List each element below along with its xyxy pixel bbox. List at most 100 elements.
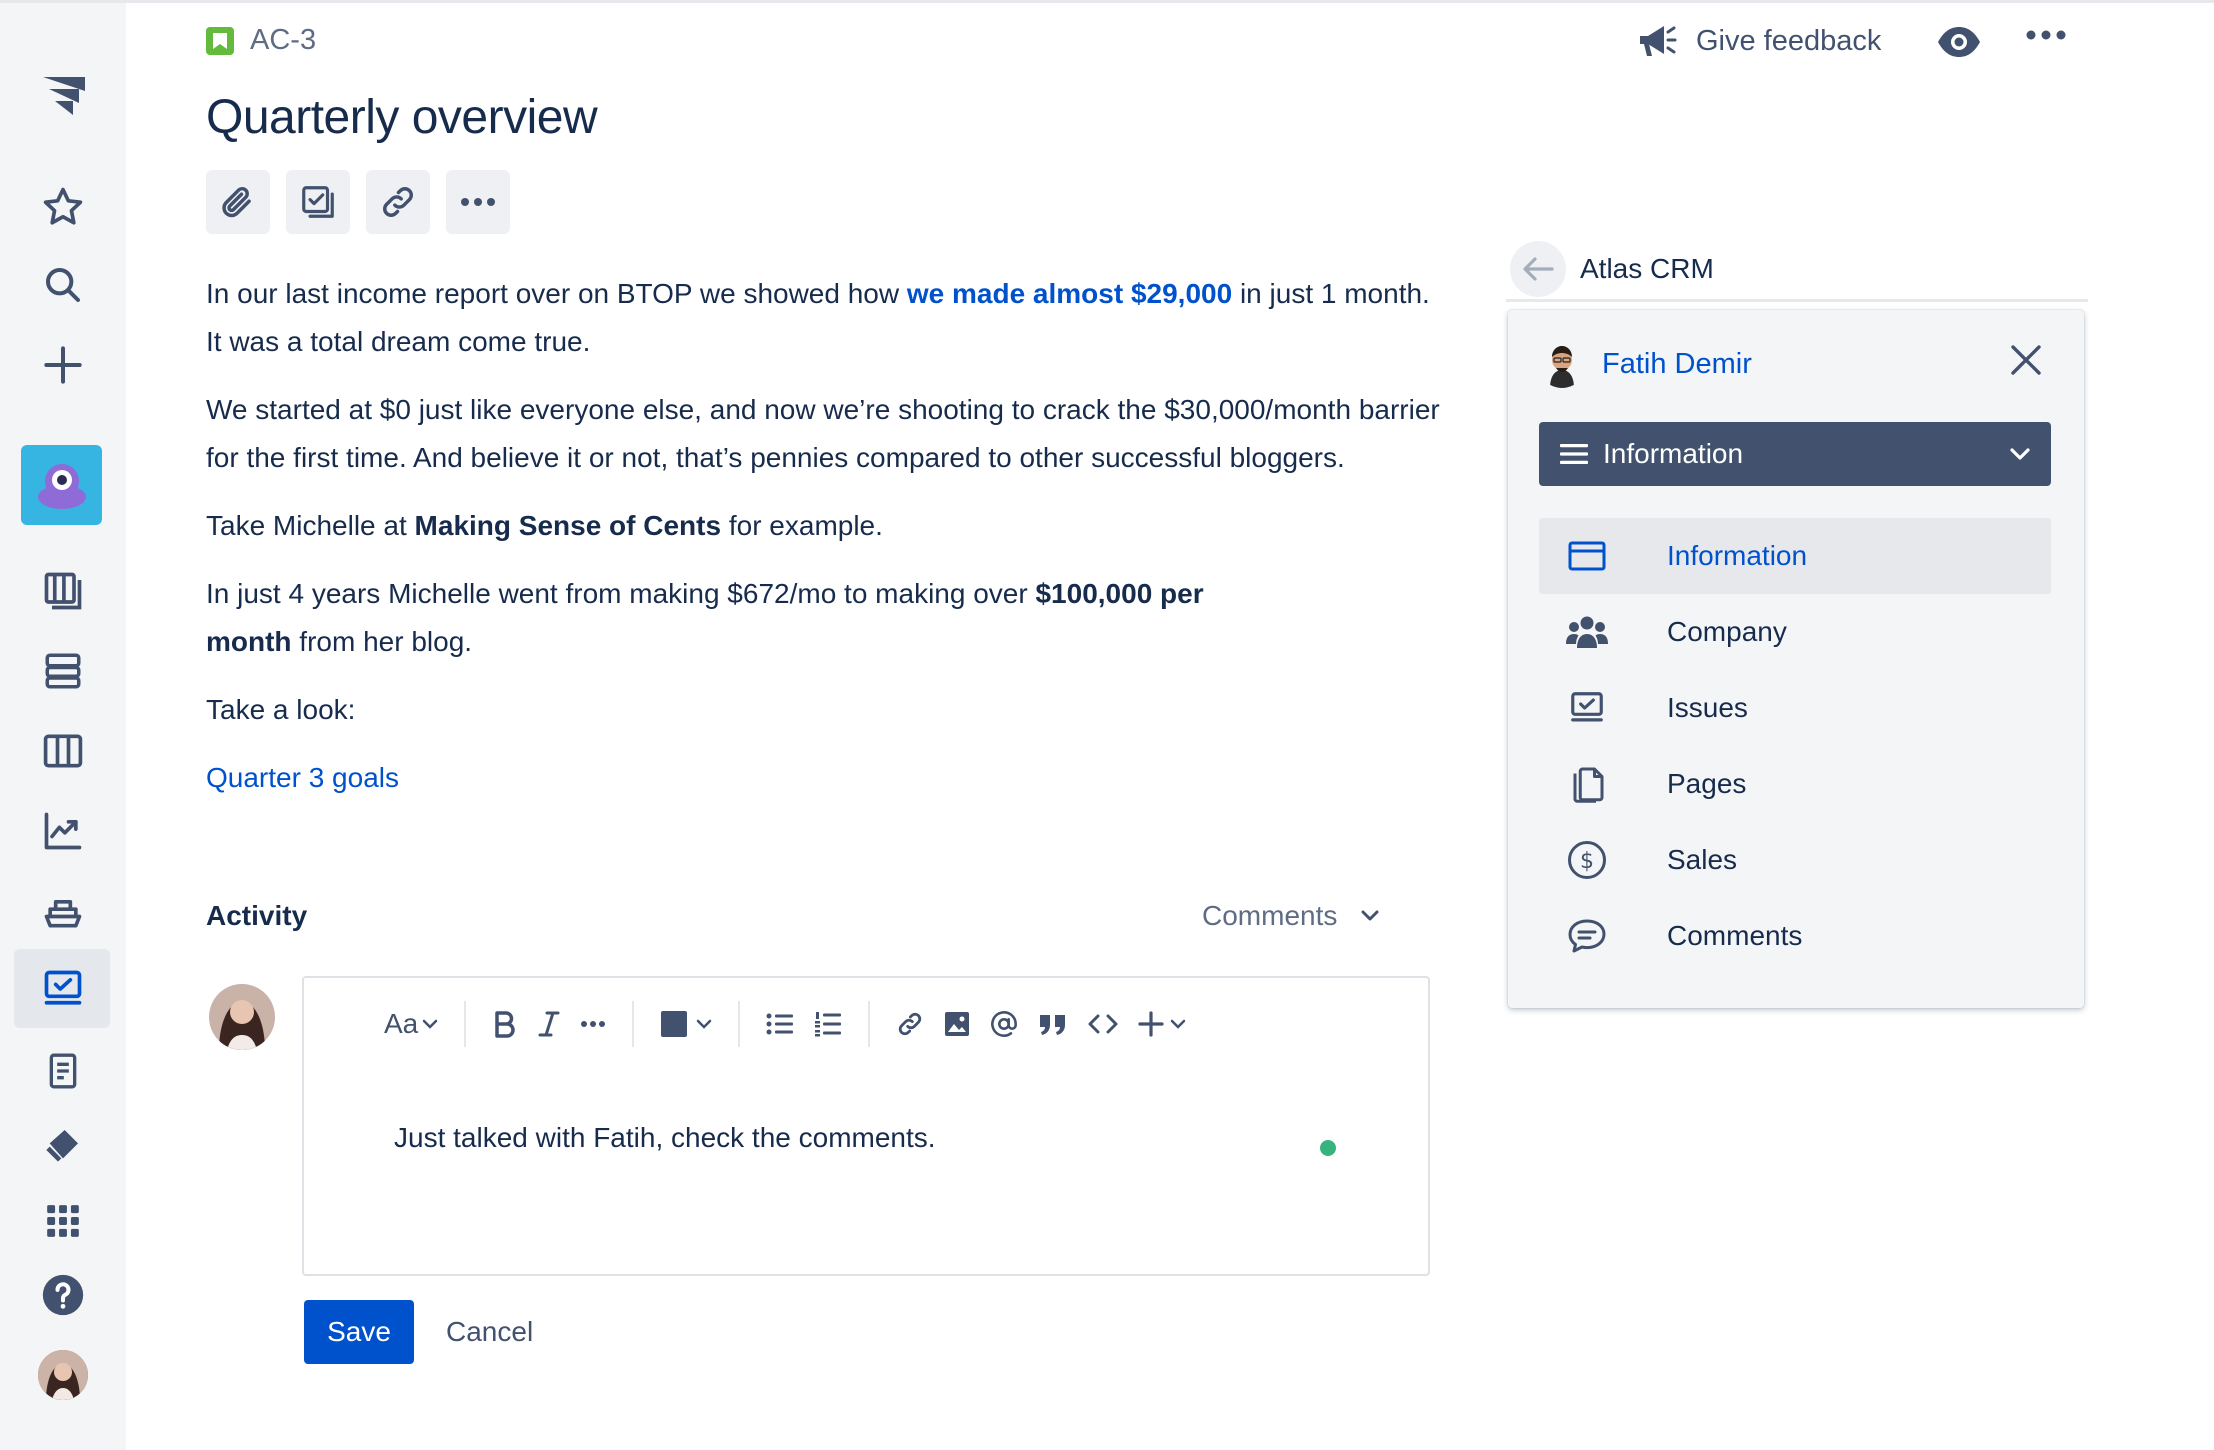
bold-icon	[495, 1011, 515, 1038]
star-icon[interactable]	[0, 179, 126, 235]
save-button[interactable]: Save	[304, 1300, 414, 1364]
chevron-down-icon	[697, 1019, 712, 1029]
issue-key[interactable]: AC-3	[250, 24, 316, 57]
id-card-icon	[1565, 541, 1609, 571]
cancel-button[interactable]: Cancel	[446, 1300, 533, 1364]
text-color-dropdown[interactable]	[650, 1000, 722, 1048]
create-plus-icon[interactable]	[0, 337, 126, 393]
plus-icon	[1138, 1011, 1164, 1037]
menu-item-label: Company	[1667, 616, 1787, 647]
text-style-label: Aa	[384, 1008, 419, 1039]
contact-avatar	[1538, 340, 1586, 388]
comment-icon	[1565, 917, 1609, 955]
attach-button[interactable]	[206, 170, 270, 234]
paperclip-icon	[222, 186, 251, 218]
quarter-goals-link[interactable]: Quarter 3 goals	[206, 762, 399, 793]
italic-button[interactable]	[528, 1000, 570, 1048]
contact-header: Fatih Demir	[1538, 340, 1752, 388]
create-subtask-button[interactable]	[286, 170, 350, 234]
chevron-down-icon	[423, 1019, 438, 1029]
issues-nav-icon[interactable]	[0, 961, 126, 1017]
ship-icon[interactable]	[0, 883, 126, 939]
jira-logo-icon[interactable]	[0, 65, 126, 125]
code-icon	[1088, 1014, 1118, 1034]
numbered-list-button[interactable]	[804, 1000, 852, 1048]
quote-button[interactable]	[1028, 1000, 1078, 1048]
menu-item-comments[interactable]: Comments	[1539, 898, 2051, 974]
text-style-dropdown[interactable]: Aa	[374, 1000, 448, 1048]
pages-nav-icon[interactable]	[0, 1043, 126, 1099]
menu-item-issues[interactable]: Issues	[1539, 670, 2051, 746]
close-icon[interactable]	[2008, 342, 2044, 383]
text-run: In our last income report over on BTOP w…	[206, 278, 907, 309]
menu-item-label: Issues	[1667, 692, 1748, 723]
reports-chart-icon[interactable]	[0, 803, 126, 859]
watch-eye-icon[interactable]	[1936, 24, 1982, 65]
pages-icon	[1565, 764, 1609, 804]
more-issue-actions-button[interactable]	[446, 170, 510, 234]
activity-heading: Activity	[206, 900, 308, 931]
text-run: In just 4 years Michelle went from makin…	[206, 578, 1036, 609]
description-paragraph: In our last income report over on BTOP w…	[206, 270, 1446, 366]
chevron-down-icon	[1171, 1019, 1186, 1029]
presence-indicator	[1320, 1140, 1336, 1156]
menu-item-pages[interactable]: Pages	[1539, 746, 2051, 822]
comment-editor[interactable]: Aa Just talked with Fatih, check the com…	[302, 976, 1430, 1276]
give-feedback-button[interactable]: Give feedback	[1636, 22, 1881, 60]
shortcut-add-icon[interactable]	[0, 1117, 126, 1173]
comment-text[interactable]: Just talked with Fatih, check the commen…	[394, 1122, 936, 1154]
project-avatar-icon[interactable]	[21, 445, 102, 525]
insert-link-button[interactable]	[886, 1000, 934, 1048]
menu-item-sales[interactable]: $ Sales	[1539, 822, 2051, 898]
insert-more-dropdown[interactable]	[1128, 1000, 1196, 1048]
global-sidebar	[0, 0, 126, 1450]
at-mention-icon	[991, 1011, 1018, 1037]
activity-filter-dropdown[interactable]: Comments	[1202, 900, 1379, 932]
backlog-icon[interactable]	[0, 563, 126, 619]
bold-button[interactable]	[482, 1000, 528, 1048]
user-profile-avatar[interactable]	[0, 1347, 126, 1403]
income-report-link[interactable]: we made almost $29,000	[907, 278, 1232, 309]
toolbar-divider	[868, 1001, 871, 1047]
color-swatch-icon	[661, 1011, 688, 1037]
toolbar-divider	[738, 1001, 741, 1047]
commenter-avatar	[209, 984, 275, 1050]
app-switcher-icon[interactable]	[0, 1193, 126, 1249]
releases-icon[interactable]	[0, 643, 126, 699]
menu-item-information[interactable]: Information	[1539, 518, 2051, 594]
ellipsis-icon	[461, 198, 495, 206]
board-icon[interactable]	[0, 723, 126, 779]
search-icon[interactable]	[0, 257, 126, 313]
more-actions-icon[interactable]	[2026, 28, 2066, 46]
svg-text:$: $	[1580, 849, 1594, 874]
give-feedback-label: Give feedback	[1696, 24, 1882, 57]
issue-description[interactable]: In our last income report over on BTOP w…	[206, 270, 1446, 822]
bold-text: Making Sense of Cents	[414, 510, 722, 541]
code-button[interactable]	[1078, 1000, 1128, 1048]
menu-item-label: Comments	[1667, 920, 1803, 951]
crm-section-menu: Information Company Issues Pages $ Sales	[1539, 518, 2051, 974]
issue-breadcrumb[interactable]: AC-3	[206, 24, 316, 57]
description-paragraph: Take Michelle at Making Sense of Cents f…	[206, 502, 1446, 550]
toolbar-divider	[632, 1001, 635, 1047]
menu-item-company[interactable]: Company	[1539, 594, 2051, 670]
contact-name-link[interactable]: Fatih Demir	[1602, 348, 1752, 381]
issue-title[interactable]: Quarterly overview	[206, 90, 598, 145]
crm-title: Atlas CRM	[1580, 252, 1714, 284]
help-icon[interactable]	[0, 1267, 126, 1323]
editor-toolbar: Aa	[374, 1000, 1196, 1048]
back-button[interactable]	[1510, 240, 1566, 297]
crm-contact-card: Fatih Demir Information Information Comp…	[1508, 310, 2084, 1008]
link-issue-button[interactable]	[366, 170, 430, 234]
description-paragraph: In just 4 years Michelle went from makin…	[206, 570, 1296, 666]
mention-button[interactable]	[980, 1000, 1028, 1048]
bullet-list-button[interactable]	[756, 1000, 804, 1048]
description-paragraph: Take a look:	[206, 694, 356, 725]
insert-image-button[interactable]	[934, 1000, 980, 1048]
hamburger-menu-icon	[1560, 444, 1588, 464]
arrow-left-icon	[1523, 256, 1554, 281]
section-select-dropdown[interactable]: Information	[1539, 422, 2051, 486]
bullet-list-icon	[766, 1013, 794, 1035]
menu-item-label: Sales	[1667, 844, 1738, 875]
more-formatting-button[interactable]	[570, 1000, 616, 1048]
